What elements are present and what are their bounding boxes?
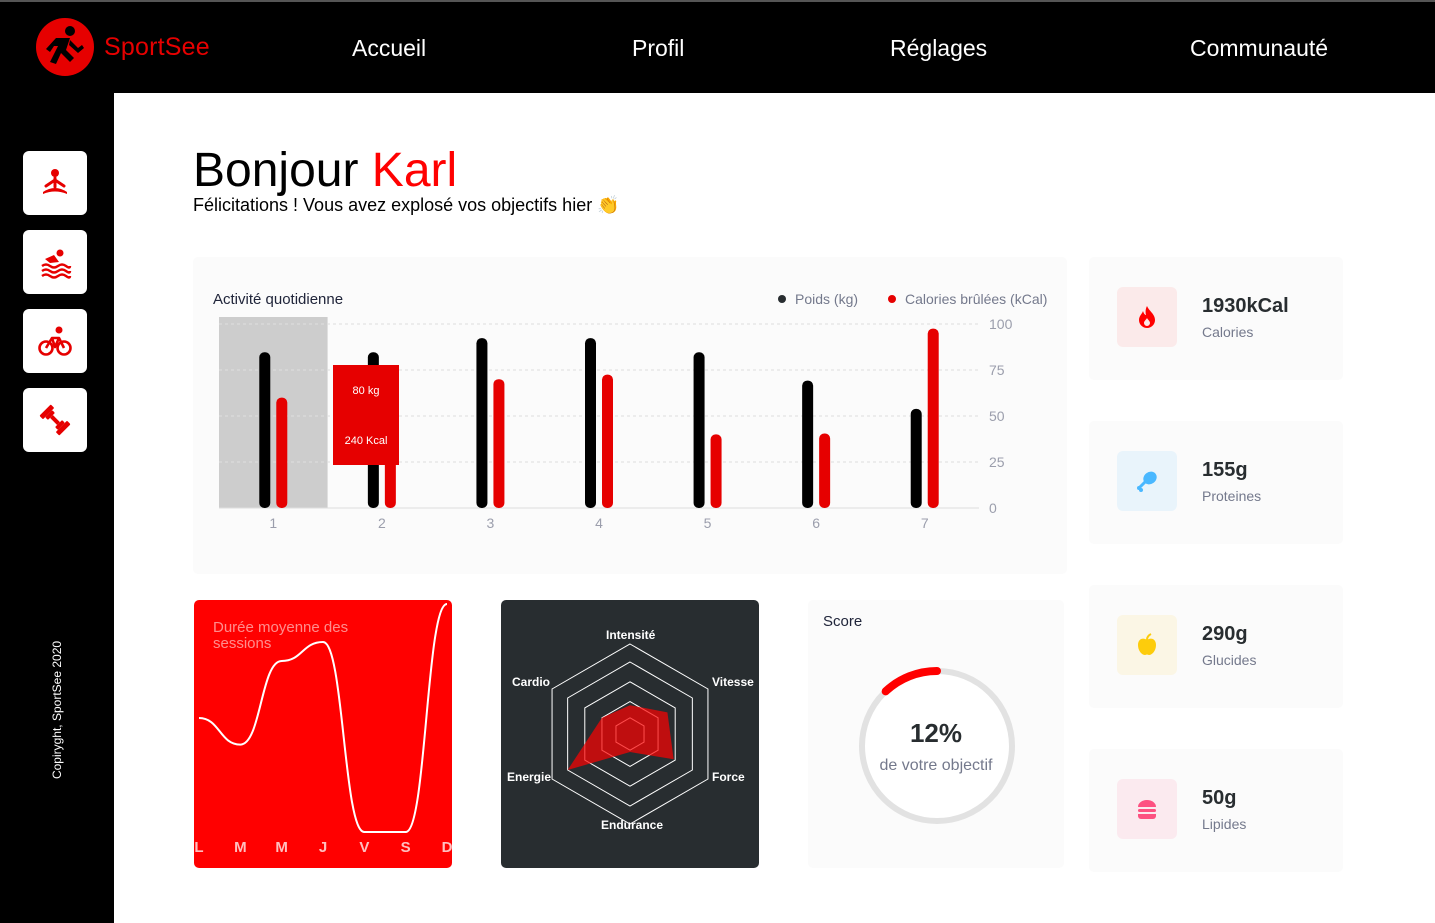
user-name: Karl [371,144,458,197]
nutrition-card-proteines: 155g Proteines [1089,421,1343,544]
top-navbar: SportSee Accueil Profil Réglages Communa… [0,0,1435,93]
day-label: S [401,839,411,856]
sidebar-button-swimming[interactable] [23,230,87,294]
activity-tooltip: 80 kg 240 Kcal [333,365,399,465]
nav-profil[interactable]: Profil [632,35,684,62]
greeting-hello: Bonjour [193,144,359,197]
fire-icon [1139,306,1155,328]
weight-bar [693,352,705,508]
weight-bar [259,352,271,508]
calorie-bar [493,379,505,508]
x-tick-label: 2 [378,515,386,531]
calorie-bar [710,434,722,508]
proteines-label: Proteines [1202,488,1262,504]
weight-bar [802,380,814,508]
x-tick-label: 7 [921,515,929,531]
copyright-text: Copiryght, SportSee 2020 [50,640,64,780]
sidebar-button-dumbbell[interactable] [23,388,87,452]
brand-logo[interactable]: SportSee [36,18,210,76]
greeting-message: Félicitations ! Vous avez explosé vos ob… [193,195,620,215]
calories-icon-box [1117,287,1177,347]
sessions-card: L M M J V S D Durée moyenne des sessions [194,600,452,868]
calories-value: 1930kCal [1202,295,1289,317]
proteines-icon-box [1117,451,1177,511]
y-tick-label: 25 [989,454,1005,470]
day-label: D [442,839,452,856]
sidebar-button-yoga[interactable] [23,151,87,215]
radar-label-force: Force [712,770,745,784]
day-label: M [234,839,247,856]
weight-bar [910,408,922,508]
calorie-bar [602,374,613,508]
lipides-label: Lipides [1202,816,1247,832]
x-tick-label: 1 [269,515,277,531]
left-sidebar: Copiryght, SportSee 2020 [0,93,114,923]
dumbbell-icon [39,404,71,436]
yoga-icon [43,169,67,194]
y-tick-label: 0 [989,500,997,516]
tooltip-calories: 240 Kcal [344,435,388,447]
calorie-bar [276,397,288,508]
calories-label: Calories [1202,324,1254,340]
x-tick-label: 6 [812,515,820,531]
glucides-label: Glucides [1202,652,1257,668]
day-label: M [275,839,288,856]
glucides-icon-box [1117,615,1177,675]
y-tick-label: 75 [989,362,1005,378]
y-tick-label: 50 [989,408,1005,424]
activity-card: Activité quotidienne Poids (kg) Calories… [193,257,1067,574]
radar-label-cardio: Cardio [512,675,551,689]
chicken-icon [1137,471,1157,492]
radar-label-intensite: Intensité [606,628,656,642]
x-tick-label: 5 [704,515,712,531]
nav-communaute[interactable]: Communauté [1190,35,1328,62]
brand-name: SportSee [104,32,210,61]
nav-accueil[interactable]: Accueil [352,35,426,62]
radar-area [567,705,674,770]
sidebar-button-cycling[interactable] [23,309,87,373]
glucides-value: 290g [1202,623,1248,645]
calorie-bar [927,328,939,508]
page-title: Bonjour Karl [193,143,457,198]
burger-icon [1138,800,1156,819]
day-label: V [359,839,369,856]
runner-logo-icon [36,18,94,76]
score-card: Score 12% de votre objectif [808,600,1064,868]
tooltip-weight: 80 kg [352,385,380,397]
y-tick-label: 100 [989,316,1013,332]
swimming-icon [41,249,72,279]
cycling-icon [38,326,72,356]
radar-label-endurance: Endurance [601,818,664,832]
nutrition-card-glucides: 290g Glucides [1089,585,1343,708]
lipides-value: 50g [1202,787,1237,809]
calorie-bar [819,433,831,508]
activity-bar-chart: 0 25 50 75 100 1 2 3 4 5 6 7 [219,316,1013,531]
performance-card: Intensité Vitesse Force Endurance Energi… [501,600,759,868]
score-percent: 12% [909,718,963,748]
nav-reglages[interactable]: Réglages [890,35,987,62]
radar-label-vitesse: Vitesse [712,675,754,689]
proteines-value: 155g [1202,459,1248,481]
day-label: J [319,839,327,856]
apple-icon [1138,633,1156,655]
weight-bar [585,338,596,508]
weight-bar [476,338,488,508]
nutrition-card-calories: 1930kCal Calories [1089,257,1343,380]
active-day-highlight [219,317,328,508]
day-label: L [194,839,203,856]
lipides-icon-box [1117,779,1177,839]
sessions-title: Durée moyenne des sessions [213,619,349,652]
radar-label-energie: Energie [507,770,552,784]
x-tick-label: 4 [595,515,603,531]
x-tick-label: 3 [487,515,495,531]
score-subtitle: de votre objectif [879,757,993,774]
nutrition-card-lipides: 50g Lipides [1089,749,1343,872]
